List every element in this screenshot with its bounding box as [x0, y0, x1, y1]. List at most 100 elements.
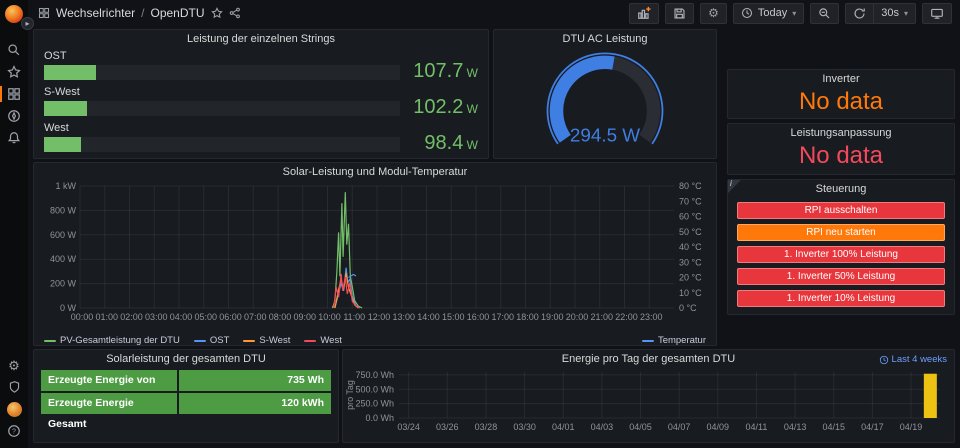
panel-title[interactable]: Steuerung [728, 180, 954, 198]
x-axis-tick: 11:00 [343, 312, 365, 322]
ac-power-gauge: 294.5 W [505, 48, 705, 154]
legend-item[interactable]: S-West [243, 335, 290, 346]
alerting-bell-icon[interactable] [0, 127, 28, 149]
zoom-out-button[interactable] [810, 3, 839, 24]
steuerung-button[interactable]: RPI ausschalten [737, 202, 945, 219]
string-gauge-row: West 98.4 W [44, 122, 478, 153]
legend-label: S-West [259, 335, 290, 346]
panel-ac-gauge: DTU AC Leistung 294.5 W [493, 29, 717, 159]
x-axis-tick: 12:00 [368, 312, 391, 322]
svg-text:?: ? [12, 429, 16, 436]
top-navigation-bar: Wechselrichter / OpenDTU ⚙ Today ▾ 30s ▾ [28, 0, 960, 26]
breadcrumb-section[interactable]: Wechselrichter [56, 6, 135, 20]
legend-item[interactable]: PV-Gesamtleistung der DTU [44, 335, 180, 346]
solar-temp-chart: 0 W200 W400 W600 W800 W1 kW00:0001:0002:… [34, 181, 714, 328]
x-axis-tick: 22:00 [615, 312, 638, 322]
refresh-button[interactable] [845, 3, 874, 24]
string-value: 107.7 W [400, 64, 478, 81]
x-axis-tick: 13:00 [392, 312, 415, 322]
dashboard-settings-button[interactable]: ⚙ [700, 3, 727, 24]
x-axis-tick: 09:00 [293, 312, 316, 322]
panel-title[interactable]: Solar-Leistung und Modul-Temperatur [34, 163, 716, 181]
add-panel-button[interactable] [629, 3, 659, 24]
table-row: Erzeugte Energie von Heute735 Wh [41, 370, 331, 391]
x-axis-tick: 15:00 [442, 312, 465, 322]
legend-item[interactable]: Temperatur [642, 335, 706, 346]
string-gauge-track [44, 101, 400, 116]
configuration-gear-icon[interactable]: ⚙ [0, 354, 28, 376]
chevron-down-icon: ▾ [904, 9, 908, 18]
x-axis-tick: 19:00 [541, 312, 564, 322]
search-icon[interactable] [0, 39, 28, 61]
x-axis-tick: 23:00 [640, 312, 663, 322]
help-icon[interactable]: ? [0, 420, 28, 442]
refresh-interval-picker[interactable]: 30s ▾ [874, 3, 916, 24]
steuerung-button[interactable]: 1. Inverter 10% Leistung [737, 290, 945, 307]
energy-bar [924, 374, 937, 418]
x-axis-tick: 05:00 [194, 312, 217, 322]
refresh-interval-label: 30s [881, 7, 899, 19]
explore-compass-icon[interactable] [0, 105, 28, 127]
time-range-link-label: Last 4 weeks [892, 354, 947, 365]
inverter-value: No data [728, 88, 954, 116]
panel-inverter: Inverter No data [727, 69, 955, 119]
string-gauge-row: OST107.7 W [44, 50, 478, 81]
profile-avatar[interactable] [0, 398, 28, 420]
y-axis-label: pro Tag [345, 380, 355, 410]
panel-title[interactable]: Inverter [728, 70, 954, 88]
x-axis-tick: 01:00 [95, 312, 118, 322]
breadcrumb-page[interactable]: OpenDTU [150, 6, 204, 20]
panel-title[interactable]: DTU AC Leistung [494, 30, 716, 48]
y-axis-tick-right: 30 °C [679, 257, 702, 267]
string-label: West [44, 122, 478, 134]
x-axis-tick: 03/26 [436, 422, 459, 432]
panel-title[interactable]: Leistungsanpassung [728, 124, 954, 142]
expand-sidebar-chevron[interactable]: ▸ [21, 17, 34, 30]
x-axis-tick: 18:00 [516, 312, 539, 322]
x-axis-tick: 04/19 [900, 422, 923, 432]
y-axis-tick-left: 400 W [50, 254, 77, 264]
legend-swatch [642, 340, 654, 342]
x-axis-tick: 04/01 [552, 422, 575, 432]
string-value: 98.4 W [400, 136, 478, 153]
string-gauge-row: S-West102.2 W [44, 86, 478, 117]
daily-energy-chart: 0.0 Wh250.0 Wh500.0 Wh750.0 Wh03/2403/26… [343, 368, 952, 440]
chart-legend: PV-Gesamtleistung der DTU OST S-West West Te… [34, 333, 716, 348]
legend-item[interactable]: West [304, 335, 341, 346]
steuerung-button[interactable]: RPI neu starten [737, 224, 945, 241]
sidebar-item-dashboards[interactable] [0, 83, 28, 105]
clock-icon [741, 7, 753, 19]
legend-swatch [243, 340, 255, 342]
starred-icon[interactable] [0, 61, 28, 83]
y-axis-tick-left: 200 W [50, 279, 77, 289]
time-range-picker[interactable]: Today ▾ [733, 3, 804, 24]
x-axis-tick: 00:00 [71, 312, 94, 322]
energy-table: Erzeugte Energie von Heute735 WhErzeugte… [34, 368, 338, 414]
panel-title[interactable]: Solarleistung der gesamten DTU [34, 350, 338, 368]
dashboard-grid: Leistung der einzelnen Strings OST107.7 … [28, 26, 960, 448]
y-axis-tick-right: 0 °C [679, 303, 697, 313]
kiosk-tv-button[interactable] [922, 3, 952, 24]
y-axis-tick: 0.0 Wh [365, 413, 394, 423]
breadcrumb: Wechselrichter / OpenDTU [38, 6, 241, 20]
string-gauge-track [44, 65, 400, 80]
time-range-label: Today [758, 7, 787, 19]
time-range-link[interactable]: Last 4 weeks [879, 354, 947, 365]
x-axis-tick: 06:00 [219, 312, 242, 322]
star-icon[interactable] [211, 7, 223, 19]
steuerung-button[interactable]: 1. Inverter 50% Leistung [737, 268, 945, 285]
share-icon[interactable] [229, 7, 241, 19]
server-admin-shield-icon[interactable] [0, 376, 28, 398]
panel-title[interactable]: Energie pro Tag der gesamten DTU [343, 350, 954, 368]
string-gauge-track [44, 137, 400, 152]
legend-item[interactable]: OST [194, 335, 230, 346]
steuerung-button[interactable]: 1. Inverter 100% Leistung [737, 246, 945, 263]
panel-title[interactable]: Leistung der einzelnen Strings [34, 30, 488, 48]
table-cell-value: 735 Wh [179, 370, 331, 391]
y-axis-tick-left: 600 W [50, 230, 77, 240]
y-axis-tick: 750.0 Wh [355, 370, 394, 380]
grafana-logo-icon[interactable] [5, 5, 23, 23]
dashboard-grid-icon [38, 7, 50, 19]
steuerung-buttons: RPI ausschalten RPI neu starten 1. Inverte… [728, 198, 954, 307]
save-dashboard-button[interactable] [665, 3, 694, 24]
